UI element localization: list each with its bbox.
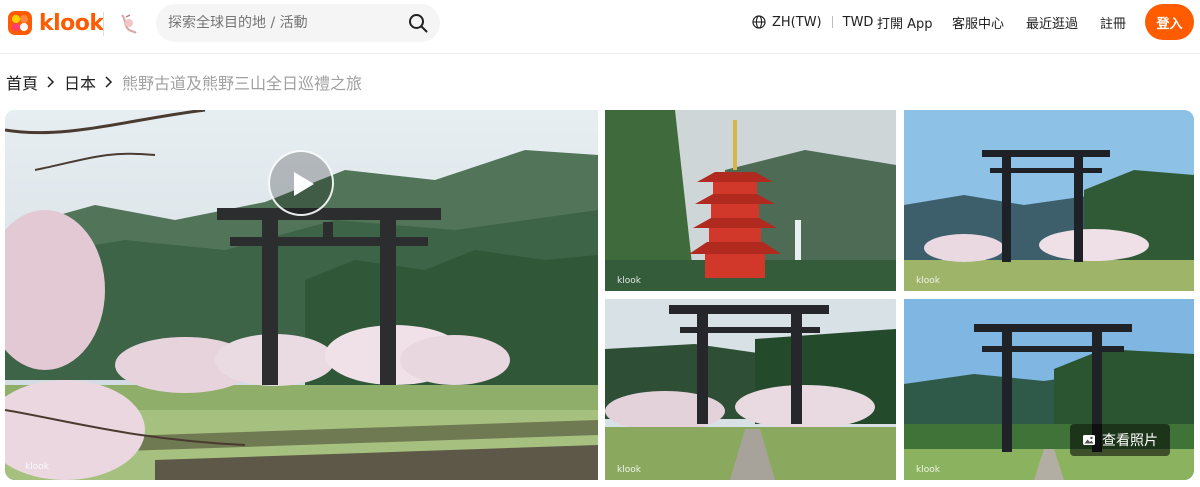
recently-viewed-link[interactable]: 最近逛過 (1026, 0, 1078, 44)
play-icon (294, 172, 314, 196)
klook-logo-icon (7, 10, 33, 36)
pagoda-waterfall-photo (605, 110, 896, 291)
search-bar[interactable] (156, 4, 440, 42)
gallery-photo-torii-sky[interactable]: klook (904, 110, 1194, 291)
play-video-button[interactable] (268, 150, 334, 216)
torii-blue-sky-photo (904, 110, 1194, 291)
chevron-right-icon (105, 76, 113, 88)
search-icon[interactable] (408, 13, 428, 33)
currency-label: TWD (842, 14, 874, 30)
torii-path-visitors-photo (605, 299, 896, 480)
login-button[interactable]: 登入 (1145, 4, 1194, 40)
klook-logo-text: klook (39, 10, 104, 36)
klook-watermark: klook (25, 462, 49, 472)
language-label: ZH(TW) (772, 14, 822, 30)
partner-logo-icon (116, 11, 140, 37)
help-center-link[interactable]: 客服中心 (952, 0, 1004, 44)
klook-logo[interactable]: klook (7, 9, 104, 37)
open-app-link[interactable]: 打開 App (877, 0, 933, 44)
logo-divider (103, 12, 104, 36)
language-currency-selector[interactable]: ZH(TW) TWD (752, 0, 873, 44)
view-photos-label: 查看照片 (1102, 433, 1158, 449)
gallery-photo-pagoda[interactable]: klook (605, 110, 896, 291)
klook-watermark: klook (916, 276, 940, 286)
gallery-photo-torii-path[interactable]: klook (605, 299, 896, 480)
breadcrumb-current-activity: 熊野古道及熊野三山全日巡禮之旅 (122, 74, 363, 93)
klook-watermark: klook (617, 465, 641, 475)
klook-watermark: klook (617, 276, 641, 286)
breadcrumb-home[interactable]: 首頁 (6, 70, 38, 94)
breadcrumb-japan[interactable]: 日本 (64, 70, 96, 94)
sign-up-link[interactable]: 註冊 (1100, 0, 1126, 44)
lang-currency-divider (831, 16, 833, 28)
chevron-right-icon (47, 76, 55, 88)
klook-watermark: klook (916, 465, 940, 475)
photo-icon (1083, 435, 1095, 445)
globe-icon (752, 15, 766, 29)
breadcrumb: 首頁 日本 熊野古道及熊野三山全日巡禮之旅 (6, 70, 362, 94)
top-nav-bar: klook ZH(TW) TWD 打開 App 客服中心 最近逛過 註冊 登入 (0, 0, 1200, 54)
search-input[interactable] (168, 15, 398, 31)
view-photos-button[interactable]: 查看照片 (1070, 424, 1170, 456)
